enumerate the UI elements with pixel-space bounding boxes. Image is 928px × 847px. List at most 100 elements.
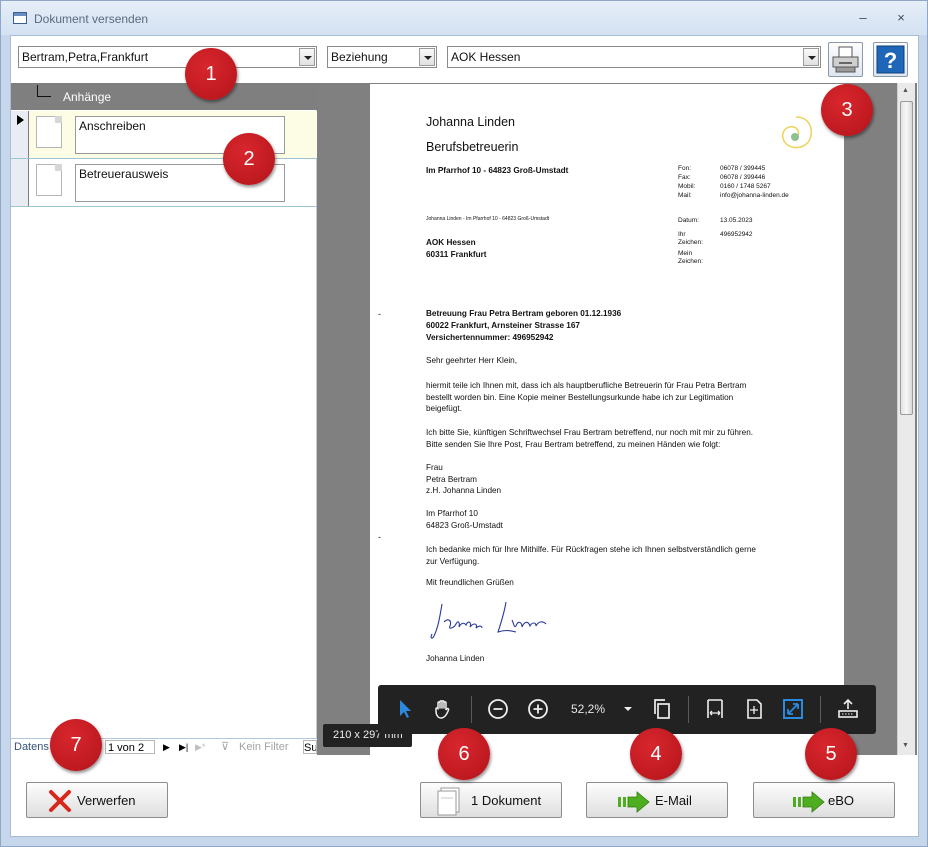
your-ref-label-2: Zeichen: — [678, 239, 703, 246]
fullscreen-icon[interactable] — [781, 697, 805, 721]
chevron-down-icon[interactable] — [419, 48, 435, 66]
postal-street-block: Im Pfarrhof 10 64823 Groß-Umstadt — [426, 508, 503, 531]
paragraph-1-line-2: bestellt worden bin. Eine Kopie meiner B… — [426, 392, 734, 402]
margin-mark: - — [378, 532, 381, 542]
mail-value: info@johanna-linden.de — [720, 192, 789, 199]
chevron-down-icon[interactable] — [299, 48, 315, 66]
sender-name: Johanna Linden — [426, 115, 515, 129]
postal-address-block: Frau Petra Bertram z.H. Johanna Linden — [426, 462, 501, 497]
minimize-button[interactable]: – — [853, 10, 873, 26]
next-record-icon[interactable]: ▶ — [163, 740, 170, 754]
svg-text:?: ? — [884, 48, 897, 73]
toolbar-separator — [471, 696, 472, 723]
print-button[interactable] — [828, 42, 863, 77]
contact-values: 06078 / 399445 06078 / 399446 0160 / 174… — [720, 164, 789, 200]
callout-7: 7 — [50, 719, 102, 771]
your-ref-label-1: Ihr — [678, 231, 686, 238]
preview-scrollbar[interactable]: ▲ ▼ — [897, 83, 915, 755]
paragraph-2-line-2: Bitte senden Sie Ihre Post, Frau Bertram… — [426, 439, 721, 449]
recipient-combo[interactable]: AOK Hessen — [447, 46, 821, 68]
recipient-name: AOK Hessen — [426, 238, 476, 247]
scrollbar-thumb[interactable] — [900, 101, 913, 415]
scroll-down-icon[interactable]: ▼ — [902, 742, 909, 749]
paragraph-3: Ich bedanke mich für Ihre Mithilfe. Für … — [426, 544, 756, 567]
margin-mark: - — [378, 309, 381, 319]
fon-value: 06078 / 399445 — [720, 165, 766, 172]
chevron-down-icon[interactable] — [803, 48, 819, 66]
record-selector[interactable] — [11, 159, 29, 206]
subject-line-1: Betreuung Frau Petra Bertram geboren 01.… — [426, 309, 622, 318]
contact-labels: Fon: Fax: Mobil: Mail: — [678, 164, 695, 200]
your-ref-label: Ihr Zeichen: — [678, 231, 703, 247]
my-ref-label-1: Mein — [678, 250, 693, 257]
email-label: E-Mail — [655, 793, 692, 808]
contact-value: Bertram,Petra,Frankfurt — [22, 50, 149, 64]
send-arrow-icon — [793, 791, 825, 813]
signature-image — [430, 601, 547, 639]
select-arrow-icon[interactable] — [392, 697, 416, 721]
search-field[interactable]: Su — [303, 740, 317, 754]
zoom-dropdown-chevron-icon[interactable] — [616, 697, 640, 721]
my-ref-label: Mein Zeichen: — [678, 250, 703, 266]
filter-status[interactable]: Kein Filter — [239, 740, 289, 754]
current-record-arrow-icon — [17, 115, 24, 125]
title-bar: Dokument versenden – × — [1, 1, 927, 35]
closing: Mit freundlichen Grüßen — [426, 578, 514, 587]
fit-page-icon[interactable] — [742, 697, 766, 721]
fax-value: 06078 / 399446 — [720, 174, 766, 181]
callout-5: 5 — [805, 728, 857, 780]
ebo-button[interactable]: eBO — [753, 782, 895, 818]
callout-3: 3 — [821, 84, 873, 136]
tree-line-icon — [37, 85, 51, 97]
address-line-1: Frau — [426, 463, 443, 472]
record-position-field[interactable]: 1 von 2 — [105, 740, 155, 754]
zoom-out-icon[interactable] — [486, 697, 510, 721]
paragraph-1-line-3: beigefügt. — [426, 404, 462, 413]
date-label: Datum: — [678, 217, 699, 224]
email-button[interactable]: E-Mail — [586, 782, 728, 818]
return-address-line: Johanna Linden - Im Pfarrhof 10 - 64823 … — [426, 216, 550, 222]
attachments-header-label: Anhänge — [63, 90, 112, 104]
discard-button[interactable]: Verwerfen — [26, 782, 168, 818]
new-record-icon[interactable]: ▶* — [195, 740, 205, 754]
help-button[interactable]: ? — [873, 42, 908, 77]
documents-button[interactable]: 1 Dokument — [420, 782, 562, 818]
fit-width-icon[interactable] — [703, 697, 727, 721]
toolbar-separator — [688, 696, 689, 723]
recipient-value: AOK Hessen — [451, 50, 521, 64]
subject-line-2: 60022 Frankfurt, Arnsteiner Strasse 167 — [426, 321, 580, 330]
relation-value: Beziehung — [331, 50, 388, 64]
attachments-header: Anhänge — [11, 83, 317, 110]
address-line-4: Im Pfarrhof 10 — [426, 509, 478, 518]
zoom-in-icon[interactable] — [526, 697, 550, 721]
paragraph-2-line-1: Ich bitte Sie, künftigen Schriftwechsel … — [426, 428, 754, 437]
copy-pages-icon[interactable] — [650, 697, 674, 721]
fon-label: Fon: — [678, 165, 692, 172]
contact-combo[interactable]: Bertram,Petra,Frankfurt — [18, 46, 317, 68]
paragraph-3-line-2: zur Verfügung. — [426, 556, 480, 566]
document-icon — [36, 116, 62, 148]
callout-4: 4 — [630, 728, 682, 780]
window-title: Dokument versenden — [34, 12, 149, 26]
greeting: Sehr geehrter Herr Klein, — [426, 356, 518, 365]
mobil-value: 0160 / 1748 5267 — [720, 183, 771, 190]
upload-icon[interactable] — [836, 697, 860, 721]
paragraph-2: Ich bitte Sie, künftigen Schriftwechsel … — [426, 427, 753, 450]
relation-combo[interactable]: Beziehung — [327, 46, 437, 68]
help-question-icon: ? — [876, 45, 905, 74]
zoom-level[interactable]: 52,2% — [571, 702, 605, 716]
letter-page: Johanna Linden Berufsbetreuerin Im Pfarr… — [370, 84, 844, 755]
close-button[interactable]: × — [891, 10, 911, 26]
sender-address: Im Pfarrhof 10 - 64823 Groß-Umstadt — [426, 166, 569, 175]
pan-hand-icon[interactable] — [431, 697, 455, 721]
document-icon — [36, 164, 62, 196]
record-selector[interactable] — [11, 111, 29, 158]
callout-6: 6 — [438, 728, 490, 780]
last-record-icon[interactable]: ▶| — [179, 740, 188, 754]
viewer-toolbar: 52,2% — [378, 685, 876, 734]
mail-label: Mail: — [678, 192, 692, 199]
filter-funnel-icon[interactable]: ⊽ — [221, 740, 229, 754]
document-stack-icon — [437, 787, 460, 816]
scroll-up-icon[interactable]: ▲ — [902, 87, 909, 94]
form-app-icon — [13, 12, 27, 24]
